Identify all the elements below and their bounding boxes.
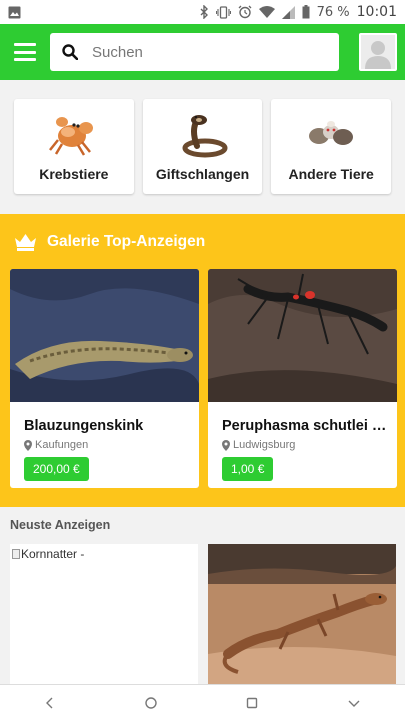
category-label: Giftschlangen <box>155 166 250 182</box>
back-icon[interactable] <box>44 696 56 710</box>
bluetooth-icon <box>200 5 208 19</box>
category-andere-tiere[interactable]: Andere Tiere <box>271 99 392 194</box>
battery-icon <box>302 5 310 19</box>
newest-item-kornnatter[interactable]: Kornnatter - <box>10 544 198 684</box>
app-bar <box>0 24 405 80</box>
search-input[interactable] <box>92 43 292 61</box>
listing-photo <box>10 269 199 402</box>
gallery-section: Galerie Top-Anzeigen Blauzungenskink Kau… <box>0 214 405 507</box>
user-avatar-icon[interactable] <box>359 33 397 71</box>
menu-icon[interactable] <box>14 43 36 61</box>
category-label: Krebstiere <box>39 166 109 182</box>
search-icon[interactable] <box>62 44 78 60</box>
status-bar: 76 % 10:01 <box>0 0 405 24</box>
listing-location: Kaufungen <box>24 439 199 451</box>
image-icon <box>8 6 21 18</box>
newest-title: Neuste Anzeigen <box>10 518 111 532</box>
battery-percentage: 76 % <box>316 4 350 20</box>
system-nav-bar <box>0 684 405 720</box>
listing-title: Peruphasma schutlei … <box>222 418 387 434</box>
recents-icon[interactable] <box>245 696 259 710</box>
category-giftschlangen[interactable]: Giftschlangen <box>142 99 263 194</box>
gallery-item-peruphasma[interactable]: Peruphasma schutlei … Ludwigsburg 1,00 € <box>208 269 397 488</box>
broken-image-icon <box>12 549 20 559</box>
category-krebstiere[interactable]: Krebstiere <box>14 99 134 194</box>
broken-image: Kornnatter - <box>10 544 198 561</box>
chevron-down-icon[interactable] <box>347 696 361 710</box>
clock: 10:01 <box>356 4 397 20</box>
listing-photo <box>208 269 397 402</box>
listing-photo <box>208 544 396 684</box>
vibrate-icon <box>215 5 231 19</box>
category-list: Krebstiere Giftschlangen Andere Tiere <box>14 99 392 194</box>
gallery-item-blauzungenskink[interactable]: Blauzungenskink Kaufungen 200,00 € <box>10 269 199 488</box>
location-pin-icon <box>24 439 32 451</box>
animals-icon <box>309 121 354 145</box>
newest-item-lizard[interactable] <box>208 544 396 684</box>
category-label: Andere Tiere <box>288 166 374 182</box>
snake-icon <box>182 115 227 158</box>
alarm-icon <box>238 5 252 19</box>
price-badge: 200,00 € <box>24 457 89 481</box>
listing-location: Ludwigsburg <box>222 439 397 451</box>
gallery-title: Galerie Top-Anzeigen <box>47 232 206 250</box>
price-badge: 1,00 € <box>222 457 274 481</box>
wifi-icon <box>258 6 275 18</box>
crab-icon <box>48 117 93 156</box>
listing-title: Blauzungenskink <box>24 418 144 434</box>
location-pin-icon <box>222 439 230 451</box>
search-box[interactable] <box>50 33 339 71</box>
gallery-header: Galerie Top-Anzeigen <box>14 232 205 251</box>
crown-icon <box>15 234 36 251</box>
signal-icon <box>281 5 295 19</box>
home-icon[interactable] <box>144 696 158 710</box>
